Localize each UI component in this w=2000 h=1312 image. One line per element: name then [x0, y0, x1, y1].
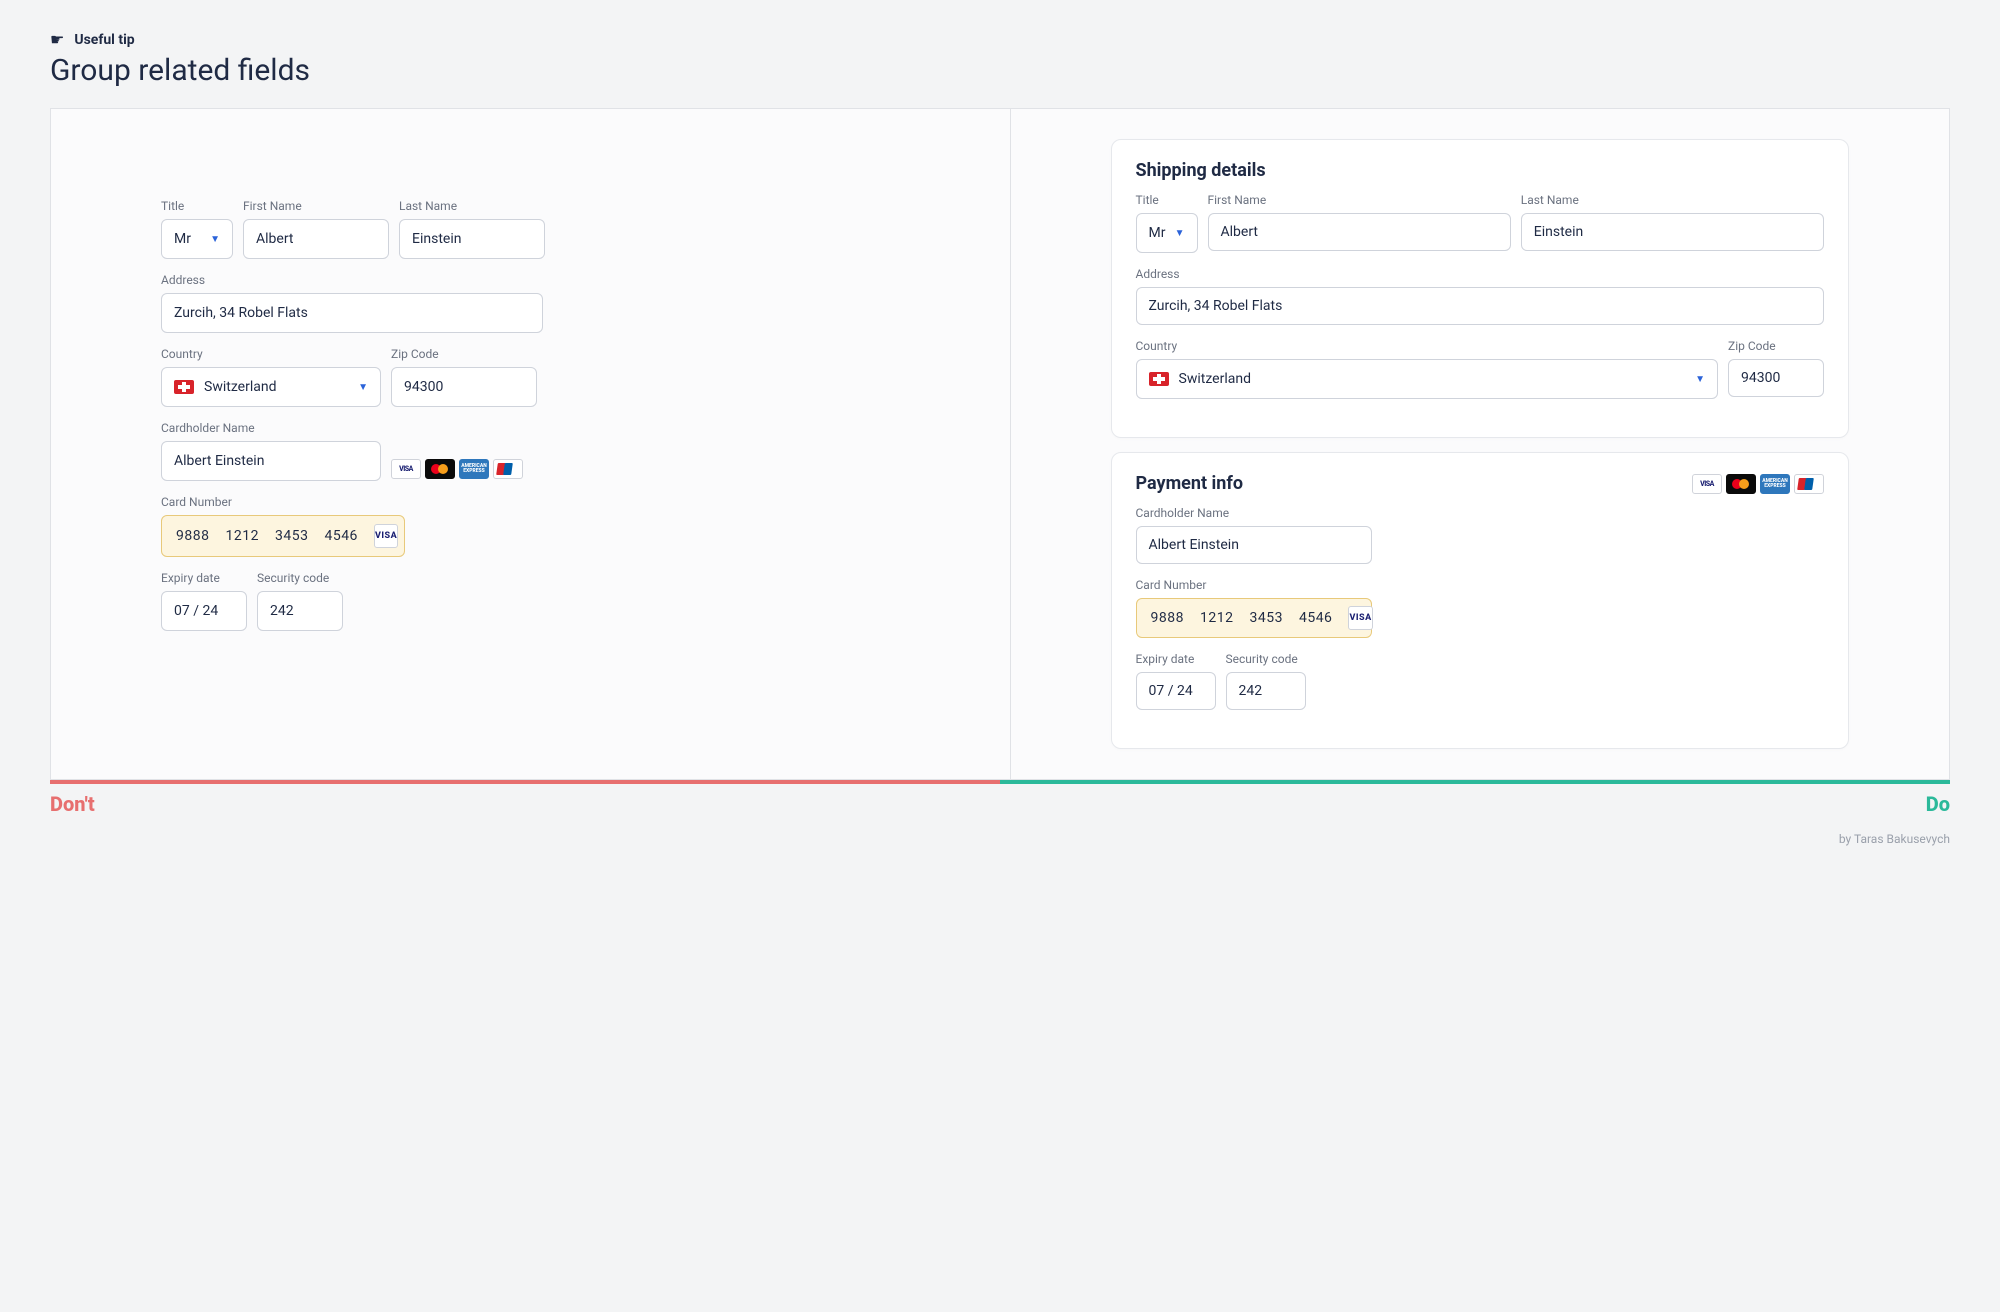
tip-row: ☛ Useful tip: [50, 30, 1950, 49]
comparison-underline: [50, 780, 1950, 784]
switzerland-flag-icon: [174, 380, 194, 394]
mastercard-icon: [425, 459, 455, 479]
title-label: Title: [161, 199, 233, 213]
zip-input[interactable]: 94300: [1728, 359, 1824, 397]
visa-detected-icon: VISA: [374, 524, 398, 548]
card-number-input[interactable]: 9888 1212 3453 4546 VISA: [161, 515, 405, 557]
expiry-label: Expiry date: [161, 571, 247, 585]
accepted-cards: VISA AMERICAN EXPRESS: [391, 459, 523, 479]
amex-card-icon: AMERICAN EXPRESS: [1760, 474, 1790, 494]
country-select[interactable]: Switzerland ▼: [1136, 359, 1719, 399]
zip-label: Zip Code: [391, 347, 537, 361]
expiry-label: Expiry date: [1136, 652, 1216, 666]
do-panel: Shipping details Title Mr ▼ First Name A…: [1011, 109, 1950, 779]
chevron-down-icon: ▼: [358, 382, 368, 393]
address-input[interactable]: Zurcih, 34 Robel Flats: [1136, 287, 1825, 325]
last-name-input[interactable]: Einstein: [399, 219, 545, 259]
zip-input[interactable]: 94300: [391, 367, 537, 407]
page-title: Group related fields: [50, 53, 1950, 88]
author-credit: by Taras Bakusevych: [50, 832, 1950, 846]
title-select[interactable]: Mr ▼: [1136, 213, 1198, 253]
payment-card: Payment info VISA AMERICAN EXPRESS Cardh…: [1111, 452, 1850, 749]
visa-card-icon: VISA: [1692, 474, 1722, 494]
payment-title: Payment info: [1136, 473, 1244, 494]
visa-detected-icon: VISA: [1348, 606, 1372, 630]
pointing-hand-icon: ☛: [50, 30, 64, 49]
first-name-label: First Name: [243, 199, 389, 213]
last-name-label: Last Name: [1521, 193, 1824, 207]
first-name-input[interactable]: Albert: [243, 219, 389, 259]
card-number-input[interactable]: 9888 1212 3453 4546 VISA: [1136, 598, 1372, 638]
do-label: Do: [1000, 792, 1950, 816]
card-number-label: Card Number: [161, 495, 405, 509]
name-row: Title Mr ▼ First Name Albert Last Name E…: [161, 199, 900, 273]
title-select[interactable]: Mr ▼: [161, 219, 233, 259]
country-label: Country: [1136, 339, 1719, 353]
tip-label: Useful tip: [74, 32, 134, 48]
title-value: Mr: [174, 231, 191, 247]
country-label: Country: [161, 347, 381, 361]
mastercard-icon: [1726, 474, 1756, 494]
card-number-label: Card Number: [1136, 578, 1372, 592]
country-value: Switzerland: [204, 379, 276, 395]
expiry-input[interactable]: 07 / 24: [1136, 672, 1216, 710]
comparison-container: Title Mr ▼ First Name Albert Last Name E…: [50, 108, 1950, 780]
switzerland-flag-icon: [1149, 372, 1169, 386]
do-underline: [1000, 780, 1950, 784]
security-input[interactable]: 242: [1226, 672, 1306, 710]
zip-label: Zip Code: [1728, 339, 1824, 353]
accepted-cards: VISA AMERICAN EXPRESS: [1692, 474, 1824, 494]
unionpay-card-icon: [493, 459, 523, 479]
first-name-input[interactable]: Albert: [1208, 213, 1511, 251]
chevron-down-icon: ▼: [210, 234, 220, 245]
expiry-input[interactable]: 07 / 24: [161, 591, 247, 631]
security-label: Security code: [1226, 652, 1306, 666]
first-name-label: First Name: [1208, 193, 1511, 207]
shipping-card: Shipping details Title Mr ▼ First Name A…: [1111, 139, 1850, 438]
shipping-title: Shipping details: [1136, 160, 1266, 181]
cardholder-input[interactable]: Albert Einstein: [161, 441, 381, 481]
dont-panel: Title Mr ▼ First Name Albert Last Name E…: [51, 109, 1011, 779]
country-select[interactable]: Switzerland ▼: [161, 367, 381, 407]
address-label: Address: [161, 273, 900, 287]
cardholder-input[interactable]: Albert Einstein: [1136, 526, 1372, 564]
chevron-down-icon: ▼: [1695, 374, 1705, 385]
cardholder-label: Cardholder Name: [1136, 506, 1372, 520]
amex-card-icon: AMERICAN EXPRESS: [459, 459, 489, 479]
address-label: Address: [1136, 267, 1825, 281]
unionpay-card-icon: [1794, 474, 1824, 494]
cardholder-label: Cardholder Name: [161, 421, 381, 435]
dont-underline: [50, 780, 1000, 784]
dont-label: Don't: [50, 792, 1000, 816]
last-name-label: Last Name: [399, 199, 545, 213]
address-input[interactable]: Zurcih, 34 Robel Flats: [161, 293, 543, 333]
chevron-down-icon: ▼: [1175, 228, 1185, 239]
page-header: ☛ Useful tip Group related fields: [50, 30, 1950, 88]
comparison-labels: Don't Do: [50, 792, 1950, 816]
visa-card-icon: VISA: [391, 459, 421, 479]
title-label: Title: [1136, 193, 1198, 207]
security-label: Security code: [257, 571, 343, 585]
security-input[interactable]: 242: [257, 591, 343, 631]
last-name-input[interactable]: Einstein: [1521, 213, 1824, 251]
